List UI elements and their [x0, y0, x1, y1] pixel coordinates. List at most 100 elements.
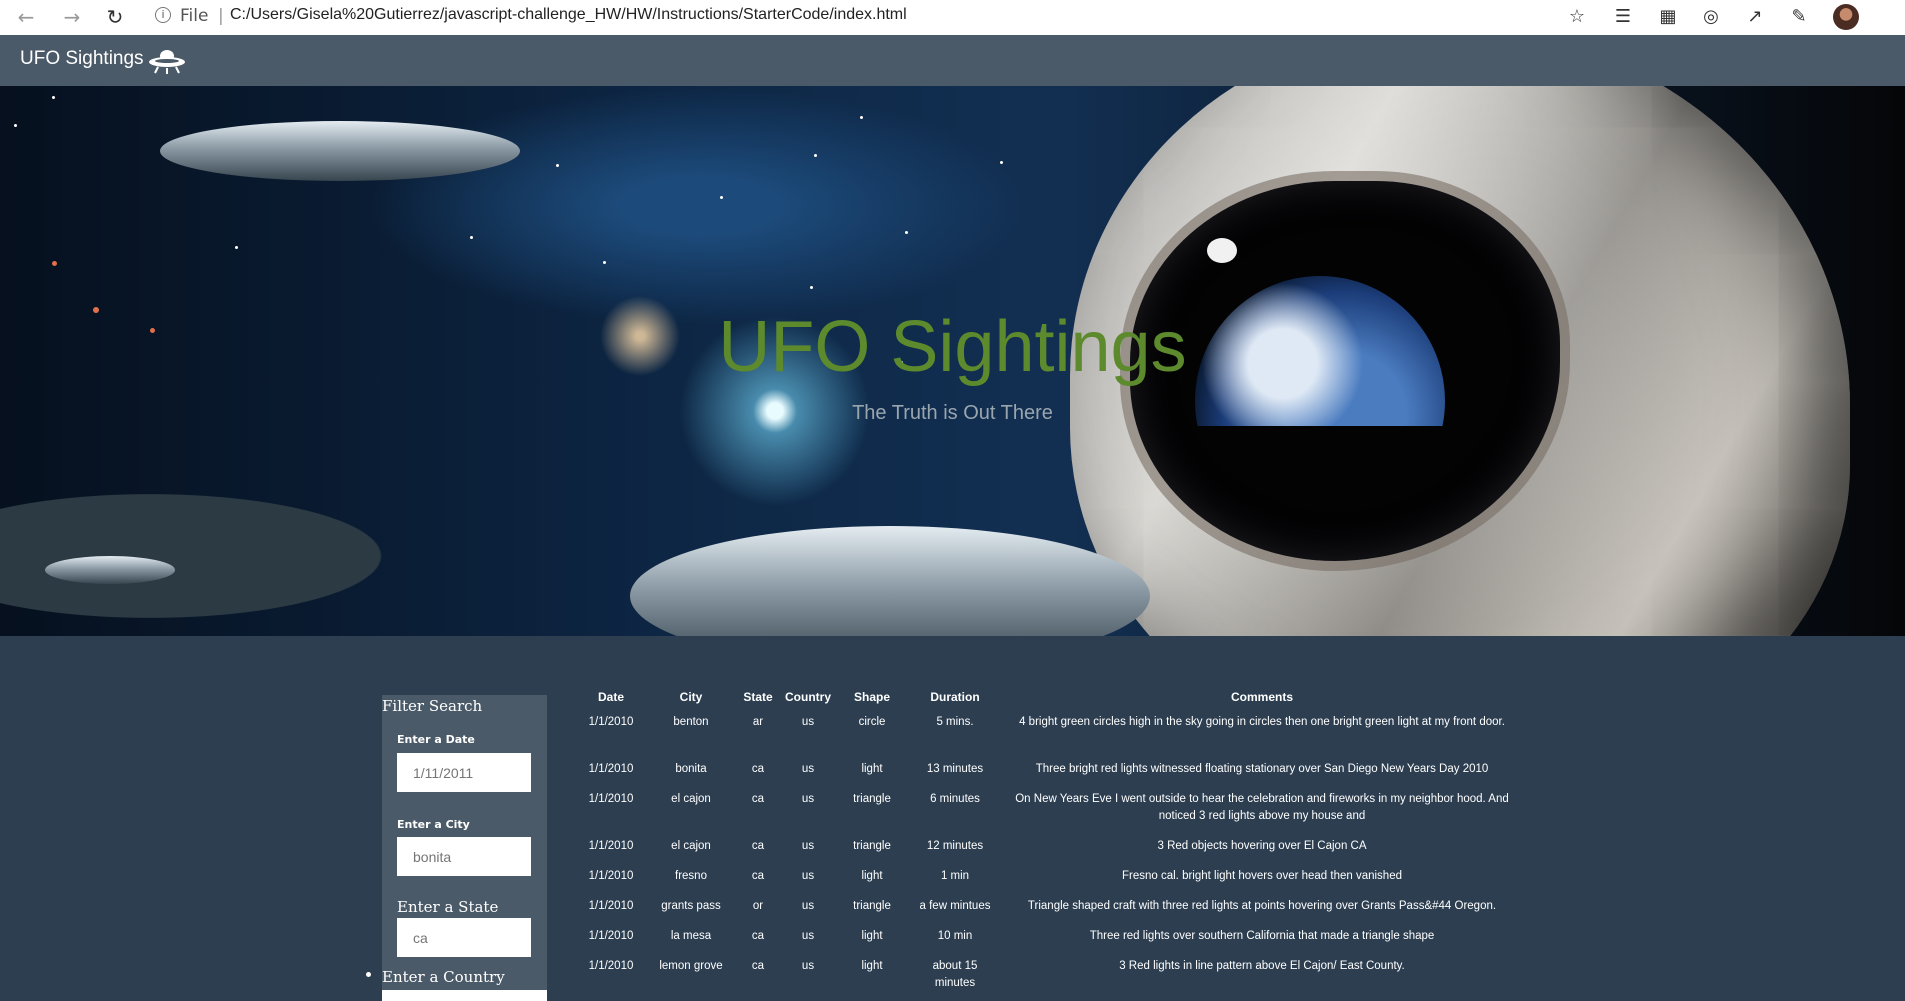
star	[52, 261, 57, 266]
state-label: Enter a State	[397, 898, 499, 916]
navbar-brand[interactable]: UFO Sightings	[20, 48, 144, 70]
address-prefix: File	[180, 6, 209, 26]
list-bullet	[366, 972, 371, 977]
cell-state: ca	[751, 793, 765, 805]
flying-saucer-image	[630, 526, 1150, 636]
cell-duration: 5 mins.	[936, 716, 974, 728]
table-row: 1/1/2010 la mesa ca us light 10 min Thre…	[575, 928, 1523, 958]
cell-shape: light	[861, 930, 883, 942]
cell-shape: triangle	[853, 840, 891, 852]
cell-shape: circle	[858, 716, 886, 728]
cell-duration: 10 min	[937, 930, 973, 942]
hero-banner: UFO Sightings The Truth is Out There	[0, 86, 1905, 636]
state-input[interactable]	[397, 918, 531, 957]
cell-date: 1/1/2010	[588, 870, 634, 882]
cell-country: us	[801, 793, 815, 805]
table-row: 1/1/2010 el cajon ca us triangle 6 minut…	[575, 791, 1523, 838]
forward-arrow-icon[interactable]: →	[58, 4, 86, 30]
cell-comments: Three red lights over southern Californi…	[1089, 930, 1435, 942]
cell-duration: 13 minutes	[926, 763, 984, 775]
date-input[interactable]	[397, 753, 531, 792]
cell-shape: light	[861, 960, 883, 972]
profile-avatar[interactable]	[1833, 4, 1859, 30]
cell-shape: light	[861, 870, 883, 882]
cell-duration: 6 minutes	[930, 793, 980, 805]
cell-date: 1/1/2010	[588, 900, 634, 912]
filter-heading: Filter Search	[382, 697, 483, 715]
address-separator: |	[218, 6, 224, 26]
cell-duration: a few mintues	[919, 900, 991, 912]
ufo-table: Date City State Country Shape Duration C…	[575, 690, 1523, 992]
table-row: 1/1/2010 bonita ca us light 13 minutes T…	[575, 761, 1523, 791]
country-input[interactable]	[382, 990, 547, 1001]
cell-duration: about 15 minutes	[932, 960, 978, 989]
column-header-date: Date	[597, 690, 624, 704]
city-input[interactable]	[397, 837, 531, 876]
cell-comments: 3 Red lights in line pattern above El Ca…	[1119, 960, 1405, 972]
country-label: Enter a Country	[382, 968, 505, 986]
cell-comments: Three bright red lights witnessed floati…	[1035, 763, 1489, 775]
cell-comments: Triangle shaped craft with three red lig…	[1027, 900, 1497, 912]
cell-state: ca	[751, 930, 765, 942]
cell-city: bonita	[675, 763, 707, 775]
cell-city: la mesa	[670, 930, 712, 942]
star	[14, 124, 17, 127]
column-header-duration: Duration	[930, 690, 980, 704]
star	[860, 116, 863, 119]
star	[556, 164, 559, 167]
cell-state: ca	[751, 763, 765, 775]
ufo-icon	[149, 50, 185, 74]
star	[470, 236, 473, 239]
cell-city: fresno	[675, 870, 707, 882]
cell-state: or	[752, 900, 764, 912]
cell-date: 1/1/2010	[588, 930, 634, 942]
cell-country: us	[801, 960, 815, 972]
reload-icon[interactable]: ↻	[101, 4, 129, 30]
browser-toolbar: ← → ↻ i File | C:/Users/Gisela%20Gutierr…	[0, 0, 1905, 36]
cell-shape: triangle	[853, 900, 891, 912]
cell-country: us	[801, 840, 815, 852]
column-header-comments: Comments	[1230, 690, 1293, 704]
star	[814, 154, 817, 157]
cell-country: us	[801, 930, 815, 942]
flying-saucer-image	[45, 556, 175, 584]
star	[720, 196, 723, 199]
cell-date: 1/1/2010	[588, 960, 634, 972]
cell-country: us	[801, 870, 815, 882]
cell-city: grants pass	[661, 900, 721, 912]
flying-saucer-image	[160, 121, 520, 181]
star	[235, 246, 238, 249]
cell-date: 1/1/2010	[588, 793, 634, 805]
cell-comments: Fresno cal. bright light hovers over hea…	[1122, 870, 1402, 882]
share-icon[interactable]: ↗	[1742, 5, 1768, 29]
cell-country: us	[801, 763, 815, 775]
table-row: 1/1/2010 grants pass or us triangle a fe…	[575, 898, 1523, 928]
cell-state: ca	[751, 840, 765, 852]
info-icon[interactable]: i	[155, 7, 171, 23]
star	[603, 261, 606, 264]
address-bar-url[interactable]: C:/Users/Gisela%20Gutierrez/javascript-c…	[230, 6, 907, 24]
star	[52, 96, 55, 99]
site-navbar: UFO Sightings	[0, 35, 1905, 86]
collections-icon[interactable]: ▦	[1655, 5, 1681, 29]
favorite-star-icon[interactable]: ☆	[1564, 5, 1590, 29]
cell-city: lemon grove	[659, 960, 723, 972]
cell-duration: 12 minutes	[926, 840, 984, 852]
back-arrow-icon[interactable]: ←	[12, 4, 40, 30]
city-label: Enter a City	[397, 818, 470, 831]
hero-subtitle: The Truth is Out There	[852, 402, 1053, 424]
table-row: 1/1/2010 fresno ca us light 1 min Fresno…	[575, 868, 1523, 898]
table-row: 1/1/2010 el cajon ca us triangle 12 minu…	[575, 838, 1523, 868]
favorites-list-icon[interactable]: ☰	[1610, 5, 1636, 29]
moon-image	[1207, 238, 1237, 263]
table-header-row: Date City State Country Shape Duration C…	[575, 690, 1523, 714]
screenshot-icon[interactable]: ◎	[1698, 5, 1724, 29]
read-aloud-icon[interactable]: ✎	[1786, 5, 1812, 29]
cell-duration: 1 min	[940, 870, 970, 882]
cell-comments: On New Years Eve I went outside to hear …	[1015, 793, 1509, 822]
cell-state: ca	[751, 960, 765, 972]
star	[810, 286, 813, 289]
column-header-country: Country	[785, 690, 831, 704]
column-header-city: City	[679, 690, 703, 704]
cell-country: us	[801, 716, 815, 728]
